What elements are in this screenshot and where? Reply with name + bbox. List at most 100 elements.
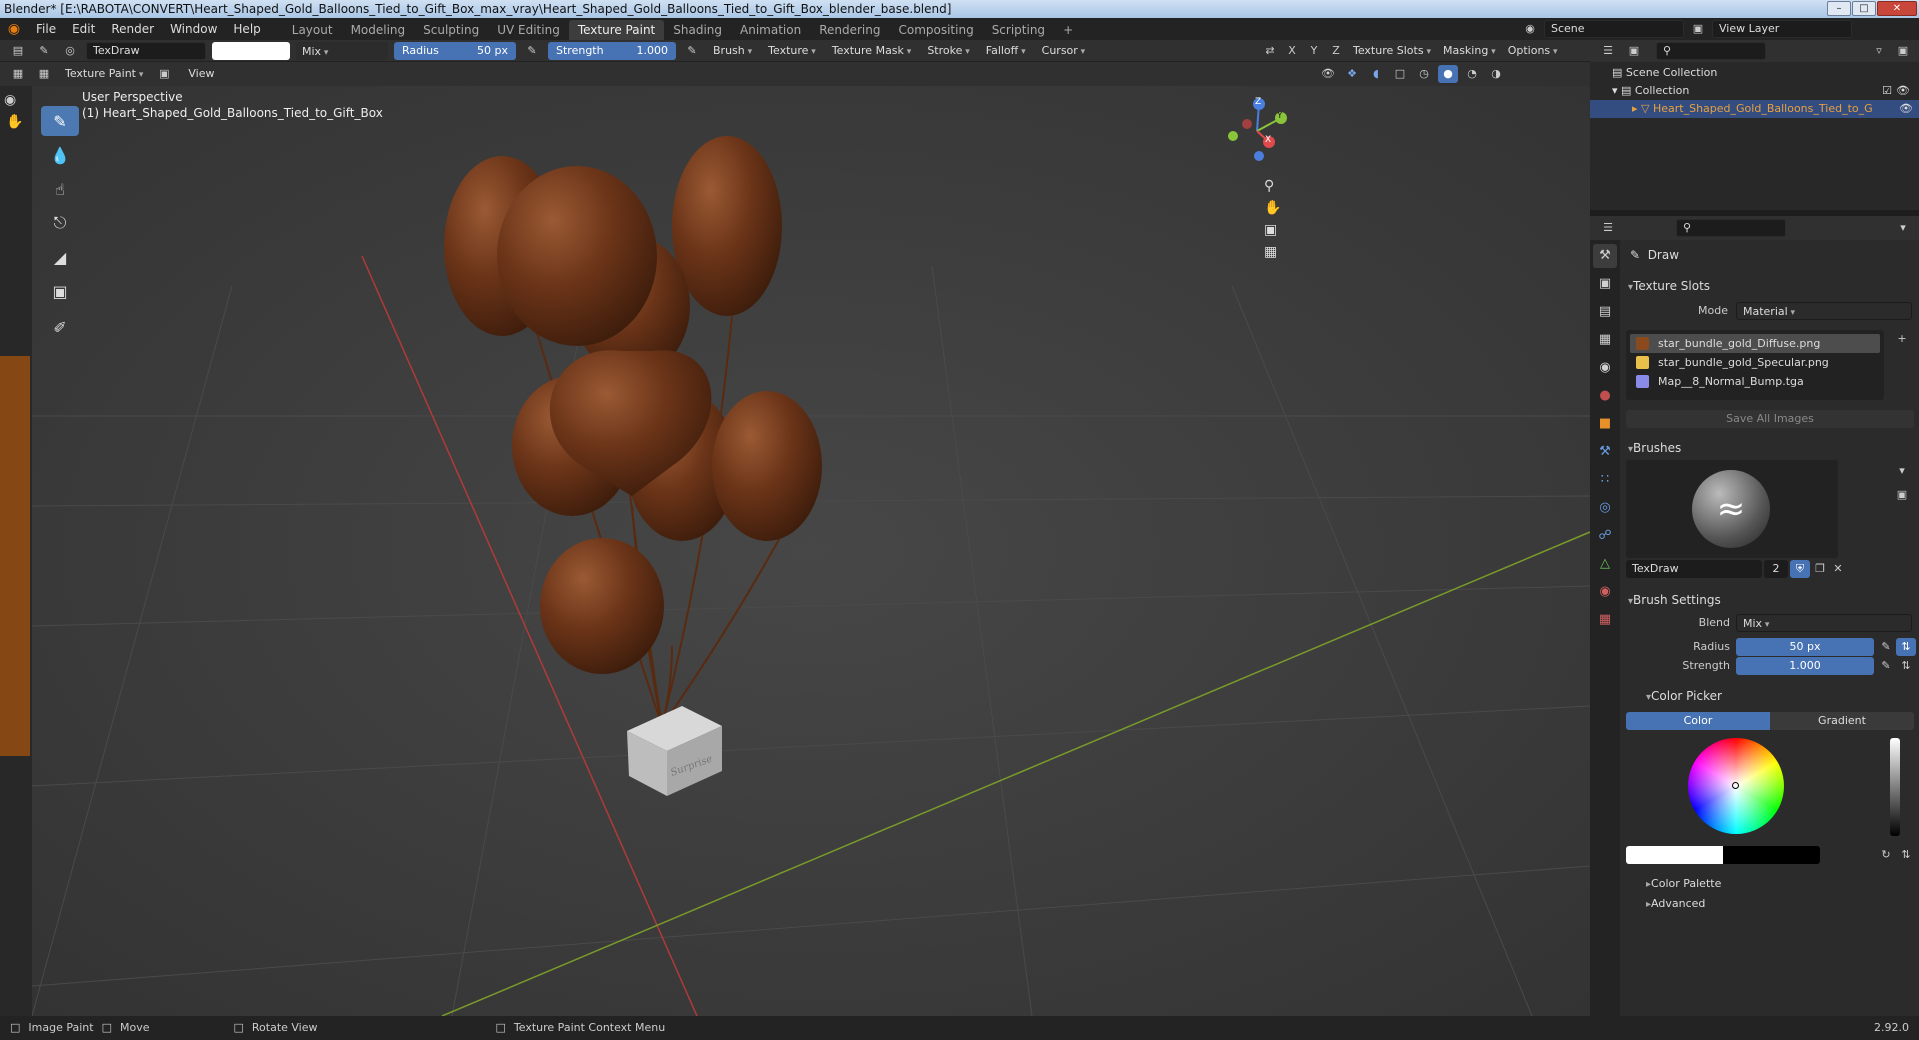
masking-menu[interactable]: Masking	[1438, 42, 1501, 60]
strength-pressure-toggle-icon[interactable]: ✎	[1876, 657, 1896, 675]
add-texture-slot-button[interactable]: +	[1892, 330, 1912, 348]
camera-icon[interactable]: ▣	[1264, 222, 1281, 238]
tab-uv-editing[interactable]: UV Editing	[488, 20, 569, 40]
brushes-panel-header[interactable]: Brushes	[1620, 436, 1919, 460]
strength-pressure-icon[interactable]: ✎	[682, 42, 702, 60]
brush-settings-panel-header[interactable]: Brush Settings	[1620, 588, 1919, 612]
view-layer-tab-icon[interactable]: ▦	[1593, 328, 1617, 352]
mode-dropdown[interactable]: Texture Paint	[60, 65, 148, 83]
tab-shading[interactable]: Shading	[664, 20, 731, 40]
tab-rendering[interactable]: Rendering	[810, 20, 889, 40]
outliner-object-row[interactable]: ▸ ▽ Heart_Shaped_Gold_Balloons_Tied_to_G…	[1590, 100, 1919, 118]
particles-tab-icon[interactable]: ∷	[1593, 468, 1617, 492]
grid-toggle-icon[interactable]: ▦	[1264, 244, 1281, 260]
scene-icon[interactable]: ◉	[1520, 20, 1540, 38]
view-menu[interactable]: View	[180, 65, 222, 83]
solid-shading-icon[interactable]: ●	[1438, 65, 1458, 83]
brush-preview-icon[interactable]: ◎	[60, 42, 80, 60]
brush-list-toggle-icon[interactable]: ▾	[1892, 462, 1912, 480]
add-workspace-button[interactable]: +	[1054, 20, 1082, 40]
color-wheel-cursor[interactable]	[1732, 782, 1739, 789]
strength-unified-toggle-icon[interactable]: ⇅	[1896, 657, 1916, 675]
view-navigate-icon[interactable]: ◉	[4, 92, 28, 108]
duplicate-brush-icon[interactable]: ❐	[1810, 560, 1830, 578]
smear-tool-icon[interactable]: ☝	[41, 174, 79, 204]
strength-slider[interactable]: Strength 1.000	[548, 42, 676, 60]
modifier-tab-icon[interactable]: ⚒	[1593, 440, 1617, 464]
mirror-icon[interactable]: ⇄	[1260, 42, 1280, 60]
texture-slots-menu[interactable]: Texture Slots	[1348, 42, 1436, 60]
mirror-y-toggle[interactable]: Y	[1304, 42, 1324, 60]
outliner-scene-collection[interactable]: ▤ Scene Collection	[1612, 64, 1717, 82]
texture-slot-item[interactable]: Map__8_Normal_Bump.tga	[1630, 372, 1880, 391]
wireframe-shading-icon[interactable]: ◷	[1414, 65, 1434, 83]
gizmo-toggle-icon[interactable]: ❖	[1342, 65, 1362, 83]
editor-type-icon[interactable]: ▤	[8, 42, 28, 60]
color-tab[interactable]: Color	[1626, 712, 1770, 730]
pan-hand-icon[interactable]: ✋	[6, 114, 26, 130]
advanced-panel-header[interactable]: Advanced	[1638, 892, 1908, 916]
view-layer-selector[interactable]: View Layer	[1712, 20, 1852, 38]
object-tab-icon[interactable]: ■	[1593, 412, 1617, 436]
radius-settings-slider[interactable]: 50 px	[1736, 638, 1874, 656]
mask-tool-icon[interactable]: ▣	[41, 276, 79, 306]
pan-icon[interactable]: ✋	[1264, 200, 1281, 216]
collection-checkbox[interactable]: ☑	[1882, 82, 1892, 100]
outliner-editor-icon[interactable]: ☰	[1598, 42, 1618, 60]
strength-settings-slider[interactable]: 1.000	[1736, 657, 1874, 675]
gradient-tab[interactable]: Gradient	[1770, 712, 1914, 730]
menu-render[interactable]: Render	[103, 18, 162, 40]
brush-name-field[interactable]: TexDraw	[86, 42, 206, 60]
material-tab-icon[interactable]: ◉	[1593, 580, 1617, 604]
texture-tab-icon[interactable]: ▦	[1593, 608, 1617, 632]
visibility-icon[interactable]: 👁	[1318, 65, 1338, 83]
fill-tool-icon[interactable]: ◢	[41, 242, 79, 272]
minimize-button[interactable]: –	[1827, 1, 1851, 16]
menu-window[interactable]: Window	[162, 18, 225, 40]
collection-visibility-icon[interactable]: 👁	[1896, 82, 1910, 100]
tab-scripting[interactable]: Scripting	[983, 20, 1054, 40]
material-shading-icon[interactable]: ◔	[1462, 65, 1482, 83]
unlink-brush-icon[interactable]: ✕	[1828, 560, 1848, 578]
texture-mask-menu[interactable]: Texture Mask	[827, 42, 917, 60]
menu-help[interactable]: Help	[225, 18, 268, 40]
radius-pressure-toggle-icon[interactable]: ✎	[1876, 638, 1896, 656]
cursor-menu[interactable]: Cursor	[1037, 42, 1091, 60]
brush-preview-box[interactable]: ≈	[1626, 460, 1838, 558]
rendered-shading-icon[interactable]: ◑	[1486, 65, 1506, 83]
save-all-images-button[interactable]: Save All Images	[1626, 410, 1914, 428]
tab-modeling[interactable]: Modeling	[342, 20, 415, 40]
overlay-toggle-icon[interactable]: ◖	[1366, 65, 1386, 83]
3d-viewport[interactable]: Surprise User Perspective (1) Heart_Shap…	[32, 86, 1590, 1016]
options-menu[interactable]: Options	[1503, 42, 1563, 60]
brush-image-icon[interactable]: ▣	[1892, 486, 1912, 504]
radius-slider[interactable]: Radius 50 px	[394, 42, 516, 60]
tab-animation[interactable]: Animation	[731, 20, 810, 40]
properties-options-icon[interactable]: ▾	[1893, 219, 1913, 237]
world-tab-icon[interactable]: ●	[1593, 384, 1617, 408]
blend-dropdown[interactable]: Mix	[1736, 614, 1912, 632]
tab-layout[interactable]: Layout	[283, 20, 342, 40]
scene-selector[interactable]: Scene	[1544, 20, 1684, 38]
render-tab-icon[interactable]: ▣	[1593, 272, 1617, 296]
constraints-tab-icon[interactable]: ☍	[1593, 524, 1617, 548]
texture-paint-mode-icon[interactable]: ▦	[8, 65, 28, 83]
swap-colors-icon[interactable]: ↻	[1876, 846, 1896, 864]
texture-slot-item[interactable]: star_bundle_gold_Diffuse.png	[1630, 334, 1880, 353]
stroke-menu[interactable]: Stroke	[922, 42, 974, 60]
physics-tab-icon[interactable]: ◎	[1593, 496, 1617, 520]
mirror-x-toggle[interactable]: X	[1282, 42, 1302, 60]
mask-toggle-icon[interactable]: ▣	[154, 65, 174, 83]
mirror-z-toggle[interactable]: Z	[1326, 42, 1346, 60]
menu-file[interactable]: File	[28, 18, 64, 40]
view-layer-icon[interactable]: ▣	[1688, 20, 1708, 38]
brush-color-swatch[interactable]	[212, 42, 290, 60]
tab-texture-paint[interactable]: Texture Paint	[568, 20, 665, 40]
texture-slots-panel-header[interactable]: Texture Slots	[1620, 274, 1919, 298]
soften-tool-icon[interactable]: 💧	[41, 140, 79, 170]
display-mode-icon[interactable]: ▣	[1624, 42, 1644, 60]
annotate-tool-icon[interactable]: ✐	[41, 312, 79, 342]
draw-tool-icon[interactable]: ✎	[41, 106, 79, 136]
filter-icon[interactable]: ▿	[1869, 42, 1889, 60]
outliner-collection-row[interactable]: ▾ ▤ Collection ☑ 👁	[1612, 82, 1912, 100]
